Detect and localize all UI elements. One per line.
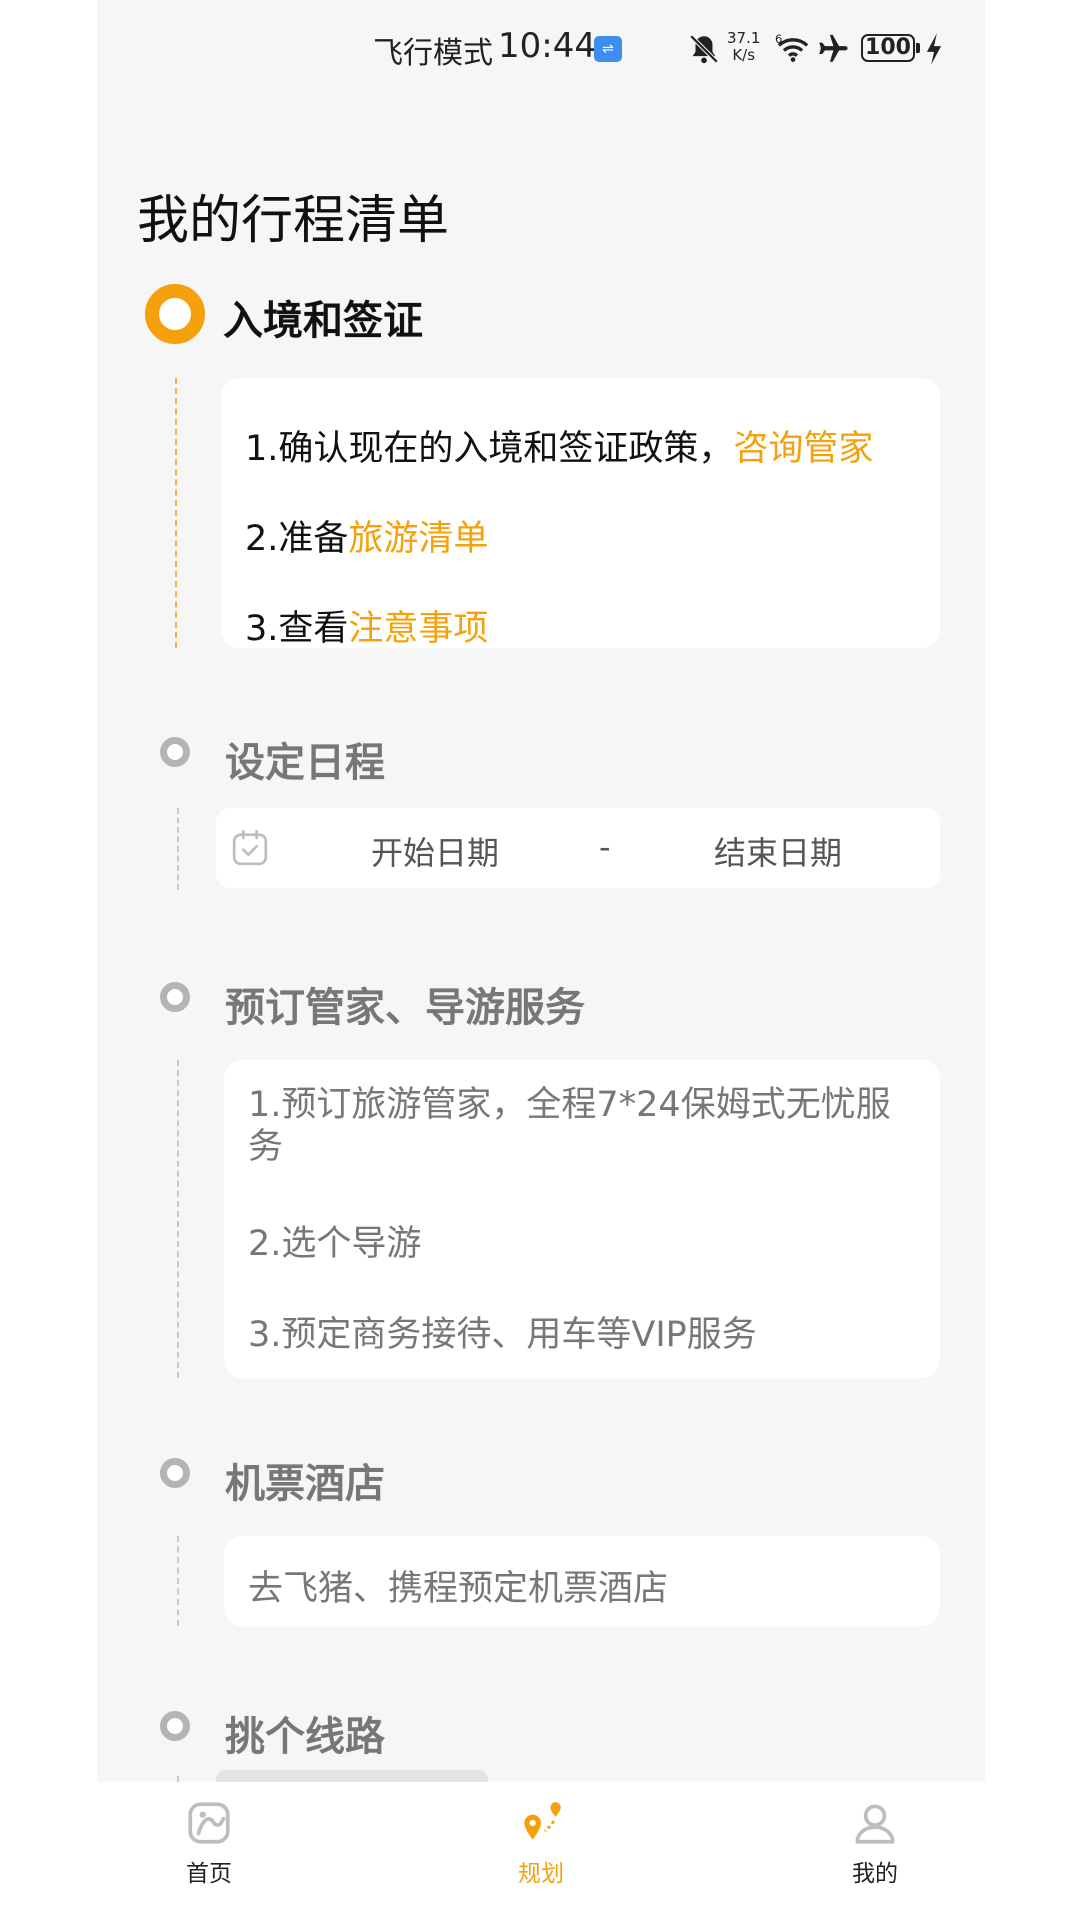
timeline-connector xyxy=(175,378,177,648)
tickets-text: 去飞猪、携程预定机票酒店 xyxy=(248,1569,669,1609)
section-title-tickets: 机票酒店 xyxy=(225,1461,385,1507)
bell-muted-icon xyxy=(689,34,719,64)
timeline-connector xyxy=(177,1536,179,1626)
section-title-visa: 入境和签证 xyxy=(223,298,423,344)
nav-home-label: 首页 xyxy=(186,1861,232,1887)
home-photo-icon xyxy=(188,1802,230,1844)
charging-icon xyxy=(926,33,942,65)
end-date-field[interactable]: 结束日期 xyxy=(714,828,842,874)
nav-plan[interactable]: 规划 xyxy=(481,1798,601,1888)
timeline-dot xyxy=(160,982,190,1012)
nav-plan-label: 规划 xyxy=(518,1861,564,1887)
speed-unit: K/s xyxy=(732,46,756,64)
travel-list-link[interactable]: 旅游清单 xyxy=(348,519,488,559)
butler-item-1-line1: 1.预订旅游管家，全程7*24保姆式无忧服 xyxy=(248,1085,891,1125)
timeline-dot-active xyxy=(145,284,205,344)
nav-mine-label: 我的 xyxy=(852,1861,898,1887)
section-title-schedule: 设定日程 xyxy=(225,740,385,786)
start-date-field[interactable]: 开始日期 xyxy=(371,828,499,874)
visa-item-2: 2.准备旅游清单 xyxy=(245,510,488,561)
timeline-dot xyxy=(160,737,190,767)
date-range-picker[interactable]: 开始日期 - 结束日期 xyxy=(216,808,940,888)
airplane-icon xyxy=(819,34,848,62)
section-title-route: 挑个线路 xyxy=(225,1714,385,1760)
user-icon xyxy=(855,1804,895,1844)
butler-item-1-line2: 务 xyxy=(248,1127,284,1167)
timeline-connector xyxy=(177,808,179,890)
date-separator: - xyxy=(599,828,611,866)
page-title: 我的行程清单 xyxy=(137,191,450,251)
consult-butler-link[interactable]: 咨询管家 xyxy=(733,429,873,469)
network-speed: 37.1 K/s xyxy=(727,30,760,64)
clock: 10:44 xyxy=(498,26,596,66)
nav-mine[interactable]: 我的 xyxy=(815,1798,935,1888)
visa-item-1: 1.确认现在的入境和签证政策，咨询管家 xyxy=(245,420,873,471)
butler-item-1[interactable]: 1.预订旅游管家，全程7*24保姆式无忧服 务 xyxy=(248,1084,891,1168)
butler-card: 1.预订旅游管家，全程7*24保姆式无忧服 务 2.选个导游 3.预定商务接待、… xyxy=(224,1060,940,1378)
timeline-connector xyxy=(177,1060,179,1378)
section-title-butler: 预订管家、导游服务 xyxy=(225,985,585,1031)
tickets-card[interactable]: 去飞猪、携程预定机票酒店 xyxy=(224,1536,940,1626)
butler-item-2[interactable]: 2.选个导游 xyxy=(248,1215,421,1266)
app-screen: 飞行模式 10:44 ⇌ 37.1 K/s 6 100 我的行程清单 入境和签证… xyxy=(97,0,985,1920)
visa-item-3: 3.查看注意事项 xyxy=(245,600,488,651)
speed-value: 37.1 xyxy=(727,29,761,47)
visa-card: 1.确认现在的入境和签证政策，咨询管家 2.准备旅游清单 3.查看注意事项 xyxy=(221,378,940,651)
visa-item-2-text: 2.准备 xyxy=(245,519,349,559)
status-bar: 飞行模式 10:44 ⇌ 37.1 K/s 6 100 xyxy=(97,0,985,100)
visa-item-1-text: 1.确认现在的入境和签证政策， xyxy=(245,429,734,469)
usb-icon: ⇌ xyxy=(594,36,622,62)
butler-item-3[interactable]: 3.预定商务接待、用车等VIP服务 xyxy=(248,1306,757,1357)
route-pin-icon xyxy=(524,1802,561,1840)
notice-link[interactable]: 注意事项 xyxy=(348,609,488,649)
calendar-icon xyxy=(232,830,268,866)
battery-indicator: 100 xyxy=(861,34,920,62)
airplane-mode-label: 飞行模式 xyxy=(373,36,493,71)
bottom-nav: 首页 规划 我的 xyxy=(97,1782,985,1920)
nav-home[interactable]: 首页 xyxy=(149,1798,269,1888)
visa-item-3-text: 3.查看 xyxy=(245,609,349,649)
wifi-icon: 6 xyxy=(775,32,809,62)
timeline-dot xyxy=(160,1711,190,1741)
timeline-dot xyxy=(160,1458,190,1488)
